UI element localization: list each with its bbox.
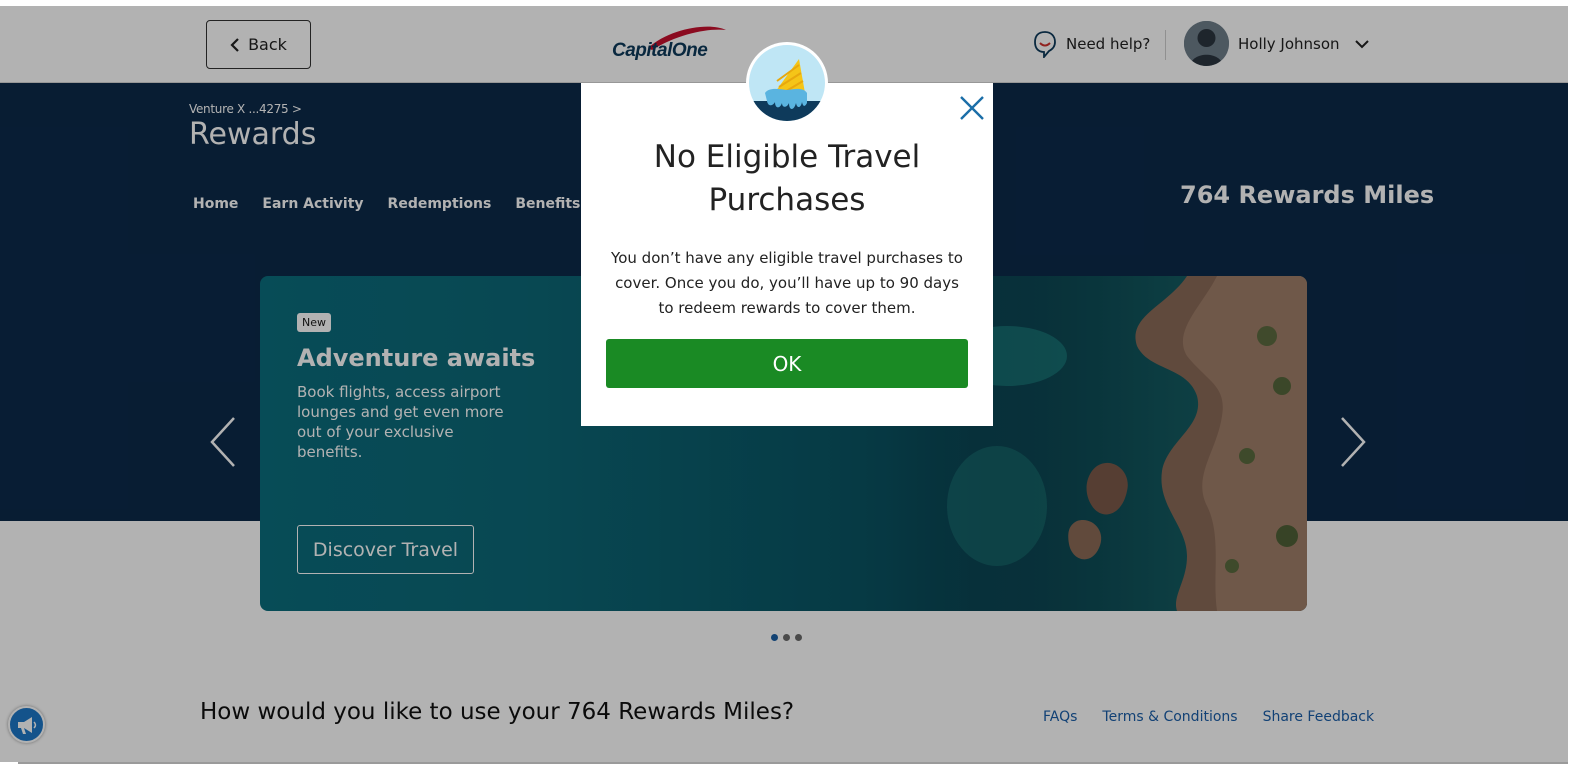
- window-bottom-edge: [18, 762, 1568, 764]
- close-icon[interactable]: [958, 94, 986, 122]
- melting-ice-cream-icon: [749, 45, 825, 121]
- modal-title: No Eligible Travel Purchases: [653, 139, 921, 218]
- ok-button[interactable]: OK: [606, 339, 968, 388]
- modal-message: You don’t have any eligible travel purch…: [611, 249, 963, 317]
- page: Back CapitalOne Need help? Holly Johnson…: [0, 6, 1568, 762]
- modal-illustration: [746, 42, 828, 124]
